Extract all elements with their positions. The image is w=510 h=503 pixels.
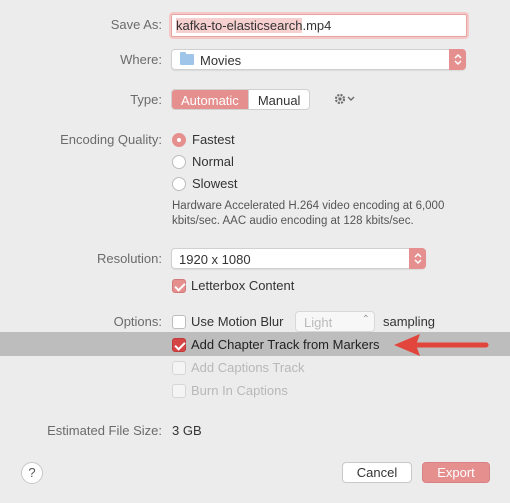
options-label: Options:: [113, 314, 162, 329]
where-label: Where:: [120, 52, 162, 67]
encoding-quality-label: Encoding Quality:: [60, 132, 162, 147]
blur-amount-popup[interactable]: Light ⌃: [295, 311, 375, 332]
captions-track-check-icon: [172, 360, 186, 375]
motion-blur-checkbox[interactable]: Use Motion Blur: [172, 314, 283, 329]
help-button[interactable]: ?: [21, 462, 43, 484]
burn-captions-checkbox[interactable]: Burn In Captions: [172, 383, 288, 398]
save-as-label: Save As:: [110, 17, 162, 32]
radio-slowest-icon: [172, 176, 186, 191]
encoding-description-line1: Hardware Accelerated H.264 video encodin…: [172, 200, 445, 212]
captions-track-label: Add Captions Track: [191, 360, 305, 375]
file-size-label: Estimated File Size:: [47, 423, 162, 438]
radio-fastest-icon: [172, 132, 186, 147]
export-button[interactable]: Export: [422, 462, 490, 483]
filename-selected-text: kafka-to-elasticsearch: [176, 18, 303, 33]
blur-amount-value: Light: [304, 315, 333, 330]
radio-fastest[interactable]: Fastest: [172, 132, 235, 147]
motion-blur-check-icon: [172, 314, 186, 329]
where-value: Movies: [200, 53, 242, 68]
filename-extension: .mp4: [302, 18, 332, 33]
burn-captions-check-icon: [172, 383, 186, 398]
cancel-button[interactable]: Cancel: [342, 462, 412, 483]
letterbox-checkbox[interactable]: Letterbox Content: [172, 278, 294, 293]
type-label: Type:: [130, 92, 162, 107]
chapter-track-label: Add Chapter Track from Markers: [191, 337, 380, 352]
where-popup[interactable]: Movies: [171, 49, 466, 70]
motion-blur-label: Use Motion Blur: [191, 314, 284, 329]
blur-stepper-icon: ⌃: [361, 314, 370, 325]
letterbox-check-icon: [172, 278, 186, 293]
folder-icon: [180, 52, 194, 65]
resolution-stepper-icon: [409, 248, 426, 269]
encoding-description-line2: kbits/sec. AAC audio encoding at 128 kbi…: [172, 215, 414, 227]
type-automatic-segment[interactable]: Automatic: [172, 90, 248, 109]
burn-captions-label: Burn In Captions: [191, 383, 288, 398]
radio-normal[interactable]: Normal: [172, 154, 234, 169]
radio-normal-label: Normal: [192, 154, 234, 169]
gear-icon[interactable]: [333, 91, 357, 107]
type-manual-segment[interactable]: Manual: [247, 90, 310, 109]
radio-fastest-label: Fastest: [192, 132, 235, 147]
radio-slowest-label: Slowest: [192, 176, 238, 191]
where-stepper-icon: [449, 49, 466, 70]
filename-field[interactable]: kafka-to-elasticsearch.mp4: [171, 14, 467, 37]
chapter-track-check-icon: [172, 337, 186, 352]
resolution-value: 1920 x 1080: [179, 252, 251, 267]
annotation-arrow-icon: [394, 334, 489, 356]
sampling-label: sampling: [383, 314, 436, 329]
file-size-value: 3 GB: [172, 423, 202, 438]
letterbox-label: Letterbox Content: [191, 278, 295, 293]
chapter-track-checkbox[interactable]: Add Chapter Track from Markers: [172, 337, 380, 352]
encoding-description: Hardware Accelerated H.264 video encodin…: [172, 199, 472, 229]
captions-track-checkbox[interactable]: Add Captions Track: [172, 360, 304, 375]
resolution-label: Resolution:: [96, 251, 162, 266]
radio-slowest[interactable]: Slowest: [172, 176, 238, 191]
type-segmented-control: Automatic Manual: [171, 89, 311, 110]
resolution-popup[interactable]: 1920 x 1080: [171, 248, 426, 269]
radio-normal-icon: [172, 154, 186, 169]
